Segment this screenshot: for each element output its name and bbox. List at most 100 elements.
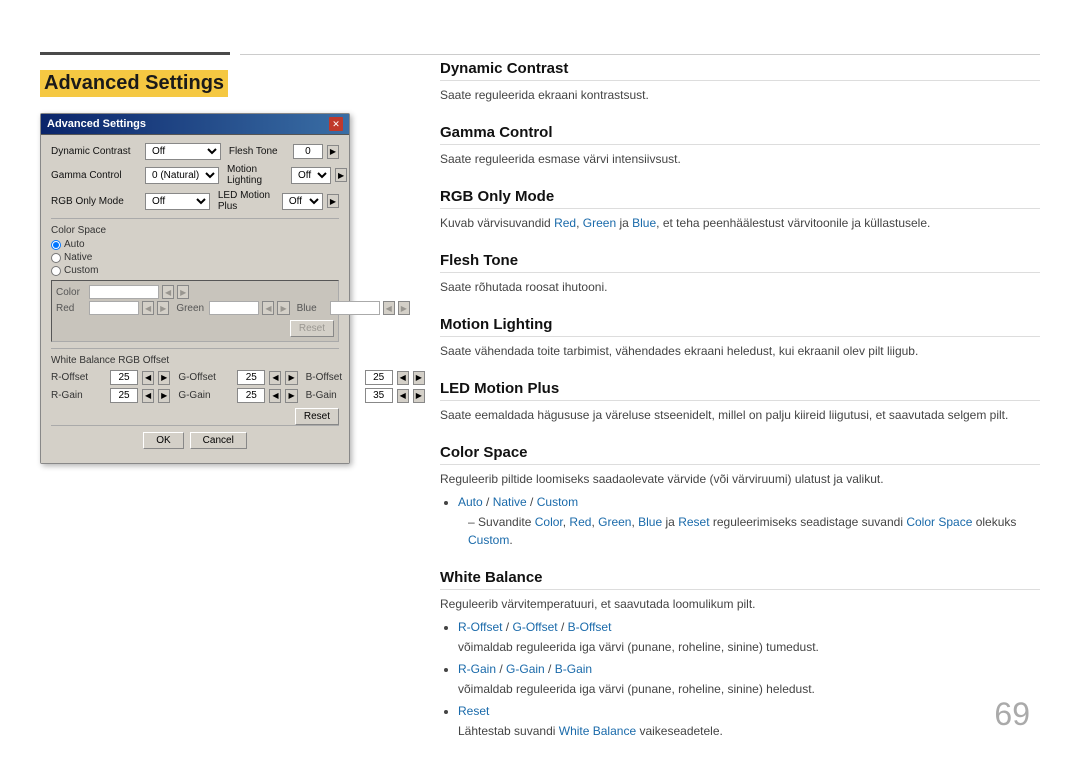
wb-row-gain: R-Gain ◀ ▶ G-Gain ◀ ▶ B-Gain ◀ ▶	[51, 388, 339, 403]
b-offset-arrow-l[interactable]: ◀	[397, 371, 409, 385]
r-offset-label: R-Offset	[51, 372, 106, 383]
color-space-sub-item-1: Suvandite Color, Red, Green, Blue ja Res…	[468, 513, 1040, 549]
g-gain-arrow-l[interactable]: ◀	[269, 389, 281, 403]
dynamic-contrast-label: Dynamic Contrast	[51, 146, 141, 157]
wb-g-gain-link: G-Gain	[506, 662, 545, 676]
radio-native-label: Native	[64, 252, 92, 263]
gamma-control-title: Gamma Control	[440, 124, 1040, 145]
color-ctrl-rgb: Red ◀ ▶ Green ◀ ▶ Blue ◀ ▶	[56, 301, 334, 315]
radio-custom-label: Custom	[64, 265, 98, 276]
white-balance-desc: Reguleerib värvitemperatuuri, et saavuta…	[440, 595, 1040, 613]
wb-reset-link: Reset	[458, 704, 489, 718]
r-gain-input[interactable]	[110, 388, 138, 403]
dynamic-contrast-title: Dynamic Contrast	[440, 60, 1040, 81]
led-motion-arrow[interactable]: ▶	[327, 194, 339, 208]
led-motion-plus-desc: Saate eemaldada hägususe ja väreluse sts…	[440, 406, 1040, 424]
radio-auto-input[interactable]	[51, 240, 61, 250]
wb-list-item-gain: R-Gain / G-Gain / B-Gain võimaldab regul…	[458, 660, 1040, 698]
dialog-row-rgb: RGB Only Mode Off LED Motion Plus Off ▶	[51, 190, 339, 212]
divider-2	[51, 348, 339, 349]
rgb-only-select[interactable]: Off	[145, 193, 210, 210]
blue-label: Blue	[297, 303, 327, 314]
green-arrow-r[interactable]: ▶	[277, 301, 289, 315]
r-offset-arrow-r[interactable]: ▶	[158, 371, 170, 385]
radio-custom[interactable]: Custom	[51, 265, 339, 276]
radio-auto[interactable]: Auto	[51, 239, 339, 250]
motion-lighting-arrow[interactable]: ▶	[335, 168, 347, 182]
topic-led-motion-plus: LED Motion Plus Saate eemaldada hägususe…	[440, 380, 1040, 424]
right-panel: Dynamic Contrast Saate reguleerida ekraa…	[440, 60, 1040, 760]
g-gain-arrow-r[interactable]: ▶	[285, 389, 297, 403]
topic-white-balance: White Balance Reguleerib värvitemperatuu…	[440, 569, 1040, 740]
cancel-button[interactable]: Cancel	[190, 432, 247, 449]
flesh-tone-desc: Saate rõhutada roosat ihutooni.	[440, 278, 1040, 296]
red-input[interactable]	[89, 301, 139, 315]
rgb-only-label: RGB Only Mode	[51, 196, 141, 207]
b-gain-arrow-l[interactable]: ◀	[397, 389, 409, 403]
wb-offset-subdesc: võimaldab reguleerida iga värvi (punane,…	[458, 638, 1040, 656]
gamma-control-select[interactable]: 0 (Natural)	[145, 167, 219, 184]
g-gain-input[interactable]	[237, 388, 265, 403]
dynamic-contrast-desc: Saate reguleerida ekraani kontrastsust.	[440, 86, 1040, 104]
white-balance-title: White Balance	[440, 569, 1040, 590]
g-offset-arrow-l[interactable]: ◀	[269, 371, 281, 385]
topic-gamma-control: Gamma Control Saate reguleerida esmase v…	[440, 124, 1040, 168]
r-gain-arrow-r[interactable]: ▶	[158, 389, 170, 403]
motion-lighting-select[interactable]: Off	[291, 167, 331, 184]
wb-list-item-reset: Reset Lähtestab suvandi White Balance va…	[458, 702, 1040, 740]
color-ctrl-color: Color ◀ ▶	[56, 285, 334, 299]
gamma-control-label: Gamma Control	[51, 170, 141, 181]
wb-g-offset-link: G-Offset	[512, 620, 557, 634]
wb-r-gain-link: R-Gain	[458, 662, 496, 676]
color-space-section: Color Space Auto Native Custom	[51, 225, 339, 276]
green-label: Green	[176, 303, 206, 314]
red-link: Red	[554, 216, 576, 230]
b-gain-arrow-r[interactable]: ▶	[413, 389, 425, 403]
radio-native[interactable]: Native	[51, 252, 339, 263]
blue-input[interactable]	[330, 301, 380, 315]
ok-button[interactable]: OK	[143, 432, 183, 449]
topic-motion-lighting: Motion Lighting Saate vähendada toite ta…	[440, 316, 1040, 360]
radio-custom-input[interactable]	[51, 266, 61, 276]
cs-custom-link: Custom	[537, 495, 578, 509]
red-label: Red	[56, 303, 86, 314]
wb-section-title: White Balance RGB Offset	[51, 355, 339, 366]
red-arrow-l[interactable]: ◀	[142, 301, 154, 315]
led-motion-select[interactable]: Off	[282, 193, 323, 210]
dynamic-contrast-select[interactable]: Off	[145, 143, 221, 160]
b-offset-input[interactable]	[365, 370, 393, 385]
b-offset-arrow-r[interactable]: ▶	[413, 371, 425, 385]
red-arrow-r[interactable]: ▶	[157, 301, 169, 315]
radio-native-input[interactable]	[51, 253, 61, 263]
wb-reset-btn[interactable]: Reset	[295, 408, 339, 425]
r-offset-input[interactable]	[110, 370, 138, 385]
dialog-close-button[interactable]: ✕	[329, 117, 343, 131]
flesh-tone-arrow-btn[interactable]: ▶	[327, 145, 339, 159]
blue-arrow-r[interactable]: ▶	[398, 301, 410, 315]
flesh-tone-input[interactable]	[293, 144, 323, 159]
color-arrow-r[interactable]: ▶	[177, 285, 189, 299]
r-gain-label: R-Gain	[51, 390, 106, 401]
b-offset-label: B-Offset	[306, 372, 361, 383]
cs-green-link: Green	[598, 515, 631, 529]
flesh-tone-title: Flesh Tone	[440, 252, 1040, 273]
color-reset-btn[interactable]: Reset	[290, 320, 334, 337]
cs-reset-link: Reset	[678, 515, 709, 529]
wb-r-offset-link: R-Offset	[458, 620, 502, 634]
white-balance-list: R-Offset / G-Offset / B-Offset võimaldab…	[440, 618, 1040, 740]
green-input[interactable]	[209, 301, 259, 315]
color-label: Color	[56, 287, 86, 298]
color-input[interactable]	[89, 285, 159, 299]
r-gain-arrow-l[interactable]: ◀	[142, 389, 154, 403]
r-offset-arrow-l[interactable]: ◀	[142, 371, 154, 385]
green-arrow-l[interactable]: ◀	[262, 301, 274, 315]
advanced-settings-dialog: Advanced Settings ✕ Dynamic Contrast Off…	[40, 113, 350, 464]
g-offset-input[interactable]	[237, 370, 265, 385]
blue-arrow-l[interactable]: ◀	[383, 301, 395, 315]
g-offset-arrow-r[interactable]: ▶	[285, 371, 297, 385]
wb-b-gain-link: B-Gain	[555, 662, 592, 676]
top-line-left	[40, 52, 230, 55]
color-arrow[interactable]: ◀	[162, 285, 174, 299]
blue-link: Blue	[632, 216, 656, 230]
b-gain-input[interactable]	[365, 388, 393, 403]
